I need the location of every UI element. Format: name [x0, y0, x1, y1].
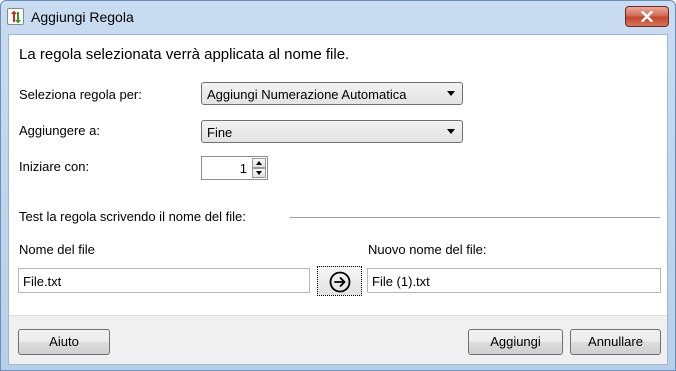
- intro-text: La regola selezionata verrà applicata al…: [19, 46, 350, 63]
- rule-selector-dropdown[interactable]: Aggiungi Numerazione Automatica: [201, 82, 463, 105]
- rule-selector-value: Aggiungi Numerazione Automatica: [207, 87, 407, 102]
- append-to-value: Fine: [207, 125, 233, 140]
- file-name-value: File.txt: [23, 274, 62, 289]
- append-to-dropdown[interactable]: Fine: [201, 120, 463, 143]
- help-button[interactable]: Aiuto: [18, 329, 110, 355]
- dialog-footer: Aiuto Aggiungi Annullare: [9, 315, 667, 364]
- close-icon: [641, 11, 653, 22]
- rename-arrows-icon: [7, 8, 24, 25]
- new-name-value: File (1).txt: [372, 274, 430, 289]
- append-to-label: Aggiungere a:: [19, 123, 100, 138]
- group-divider: [290, 217, 660, 218]
- arrow-right-circle-icon: [329, 271, 351, 293]
- file-name-input[interactable]: File.txt: [18, 268, 310, 293]
- dialog-body: La regola selezionata verrà applicata al…: [8, 34, 668, 365]
- stepper-down-icon[interactable]: [252, 168, 266, 178]
- close-button[interactable]: [625, 6, 669, 27]
- test-rule-button[interactable]: [317, 266, 362, 296]
- start-with-value: 1: [239, 161, 247, 176]
- title-bar[interactable]: Aggiungi Regola: [1, 1, 675, 34]
- file-name-label: Nome del file: [19, 242, 95, 257]
- window-title: Aggiungi Regola: [31, 9, 134, 25]
- cancel-button[interactable]: Annullare: [570, 329, 661, 355]
- rule-selector-label: Seleziona regola per:: [19, 87, 142, 102]
- new-name-output[interactable]: File (1).txt: [367, 268, 661, 293]
- start-with-label: Iniziare con:: [19, 159, 90, 174]
- stepper-up-icon[interactable]: [252, 158, 266, 168]
- chevron-down-icon: [447, 91, 455, 96]
- test-group-title: Test la regola scrivendo il nome del fil…: [19, 209, 246, 224]
- start-with-stepper[interactable]: 1: [201, 156, 268, 180]
- add-button[interactable]: Aggiungi: [468, 329, 563, 355]
- chevron-down-icon: [447, 129, 455, 134]
- dialog-window: Aggiungi Regola La regola selezionata ve…: [0, 0, 676, 371]
- new-name-label: Nuovo nome del file:: [368, 242, 487, 257]
